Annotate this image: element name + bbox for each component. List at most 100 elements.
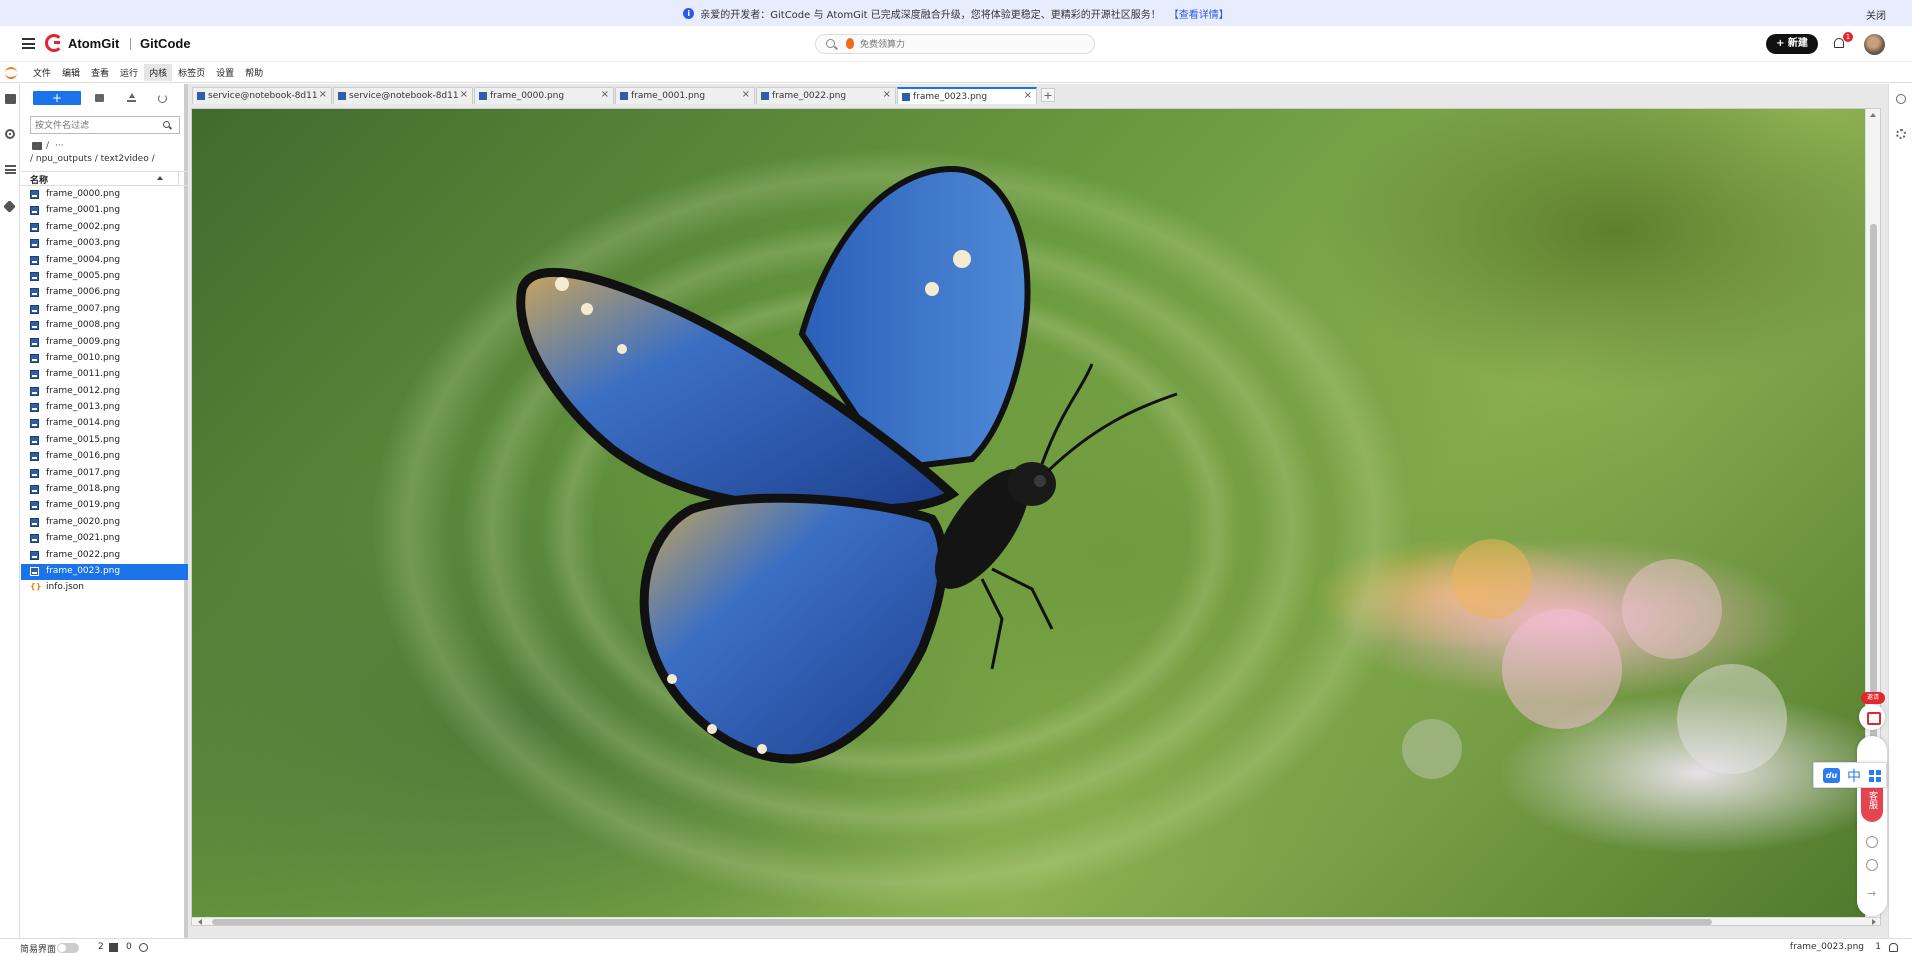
banner-close-button[interactable]: 关闭 (1866, 7, 1886, 22)
horizontal-scrollbar[interactable] (192, 917, 1880, 925)
terminal-icon[interactable] (109, 943, 118, 952)
file-list-item[interactable]: {} info.json (21, 580, 188, 596)
menu-view[interactable]: 查看 (86, 64, 114, 81)
file-list-item[interactable]: frame_0000.png (21, 187, 188, 203)
menu-run[interactable]: 运行 (115, 64, 143, 81)
new-button[interactable]: + 新建 (1766, 34, 1818, 54)
close-icon[interactable]: × (316, 89, 327, 100)
table-of-contents-icon[interactable] (5, 165, 16, 174)
menu-settings[interactable]: 设置 (211, 64, 239, 81)
search-input[interactable] (860, 37, 1080, 52)
hamburger-icon[interactable] (22, 38, 35, 49)
folder-icon[interactable] (32, 142, 42, 150)
gitcode-logo-icon[interactable] (45, 34, 63, 52)
tab-bar: service@notebook-8d11a × service@notebook-… (192, 85, 1055, 105)
file-list-item[interactable]: frame_0013.png (21, 400, 188, 416)
file-list-item[interactable]: frame_0006.png (21, 285, 188, 301)
running-kernels-icon[interactable] (5, 129, 15, 139)
close-icon[interactable]: × (739, 89, 750, 100)
close-icon[interactable]: × (457, 89, 468, 100)
arrow-right-icon[interactable]: → (1867, 887, 1876, 900)
kernel-status-icon[interactable] (139, 943, 148, 952)
breadcrumb-ellipsis[interactable]: ··· (55, 141, 64, 151)
globe-icon[interactable] (1866, 859, 1878, 871)
menu-edit[interactable]: 编辑 (57, 64, 85, 81)
new-folder-icon[interactable] (95, 94, 104, 102)
tab[interactable]: frame_0022.png × (756, 87, 896, 104)
logo-gitcode[interactable]: GitCode (140, 36, 191, 51)
history-icon[interactable] (1866, 836, 1878, 848)
tab-label: frame_0022.png (772, 91, 847, 101)
file-list-item[interactable]: frame_0012.png (21, 384, 188, 400)
file-list-item[interactable]: frame_0017.png (21, 466, 188, 482)
close-icon[interactable]: × (880, 89, 891, 100)
file-list-item[interactable]: frame_0002.png (21, 220, 188, 236)
menu-tabs[interactable]: 标签页 (173, 64, 210, 81)
new-launcher-button[interactable]: + (33, 91, 81, 105)
file-list-item[interactable]: frame_0019.png (21, 498, 188, 514)
new-tab-button[interactable]: + (1041, 88, 1055, 102)
extension-icon[interactable] (3, 200, 16, 213)
tab[interactable]: service@notebook-8d11a × (333, 87, 473, 104)
file-list-item[interactable]: frame_0007.png (21, 302, 188, 318)
horizontal-scroll-thumb[interactable] (212, 919, 1712, 925)
image-file-icon (30, 435, 39, 445)
file-list-item[interactable]: frame_0016.png (21, 449, 188, 465)
refresh-icon[interactable] (158, 94, 167, 103)
file-list-item[interactable]: frame_0008.png (21, 318, 188, 334)
tab[interactable]: frame_0023.png × (897, 87, 1037, 104)
close-icon[interactable]: × (598, 89, 609, 100)
file-list-item[interactable]: frame_0011.png (21, 367, 188, 383)
file-list-item[interactable]: frame_0021.png (21, 531, 188, 547)
file-list-item[interactable]: frame_0003.png (21, 236, 188, 252)
scroll-right-arrow-icon[interactable] (1872, 919, 1876, 925)
terminal-count[interactable]: 0 (126, 942, 132, 952)
file-list-item[interactable]: frame_0009.png (21, 335, 188, 351)
file-filter[interactable] (30, 116, 180, 134)
file-list-item[interactable]: frame_0015.png (21, 433, 188, 449)
file-list-item[interactable]: frame_0020.png (21, 515, 188, 531)
logo-atomgit[interactable]: AtomGit (68, 36, 119, 51)
file-name: frame_0005.png (46, 270, 121, 281)
global-search[interactable] (815, 34, 1095, 54)
scroll-left-arrow-icon[interactable] (198, 919, 202, 925)
baidu-ime-icon[interactable]: du (1823, 768, 1840, 783)
file-list-item[interactable]: frame_0018.png (21, 482, 188, 498)
simple-mode-toggle[interactable] (57, 943, 79, 953)
bell-icon[interactable] (1889, 943, 1898, 952)
file-list-item[interactable]: frame_0010.png (21, 351, 188, 367)
breadcrumb-path[interactable]: / npu_outputs / text2video / (30, 154, 155, 164)
file-list-item[interactable]: frame_0014.png (21, 416, 188, 432)
file-filter-input[interactable] (35, 119, 155, 132)
breadcrumb-root[interactable]: / (46, 141, 49, 151)
file-name: info.json (46, 582, 84, 593)
column-name-header[interactable]: 名称 (30, 173, 48, 186)
tab[interactable]: frame_0000.png × (474, 87, 614, 104)
menu-kernel[interactable]: 内核 (144, 64, 173, 81)
tab[interactable]: frame_0001.png × (615, 87, 755, 104)
close-icon[interactable]: × (1021, 90, 1032, 101)
tab[interactable]: service@notebook-8d11a × (192, 87, 332, 104)
file-list-item[interactable]: frame_0022.png (21, 548, 188, 564)
kernel-count[interactable]: 2 (98, 942, 104, 952)
file-list-item[interactable]: frame_0023.png (21, 563, 188, 581)
file-list-item[interactable]: frame_0005.png (21, 269, 188, 285)
sort-ascending-icon[interactable] (157, 176, 163, 180)
menu-file[interactable]: 文件 (28, 64, 56, 81)
debugger-icon[interactable] (1896, 129, 1906, 139)
file-list-item[interactable]: frame_0004.png (21, 253, 188, 269)
gift-icon[interactable] (1859, 704, 1885, 730)
scroll-up-arrow-icon[interactable] (1870, 113, 1876, 117)
ime-language-toggle[interactable]: 中 (1847, 766, 1861, 786)
banner-details-link[interactable]: 【查看详情】 (1169, 6, 1229, 21)
menu-help[interactable]: 帮助 (240, 64, 268, 81)
avatar[interactable] (1864, 34, 1885, 55)
column-resize-handle[interactable] (178, 172, 179, 186)
property-inspector-icon[interactable] (1896, 94, 1906, 104)
grid-icon[interactable] (1869, 770, 1881, 782)
folder-icon[interactable] (5, 94, 16, 104)
terminal-tab-icon (197, 92, 205, 100)
bell-icon[interactable] (1834, 38, 1844, 48)
upload-icon[interactable] (127, 93, 136, 102)
file-list-item[interactable]: frame_0001.png (21, 203, 188, 219)
